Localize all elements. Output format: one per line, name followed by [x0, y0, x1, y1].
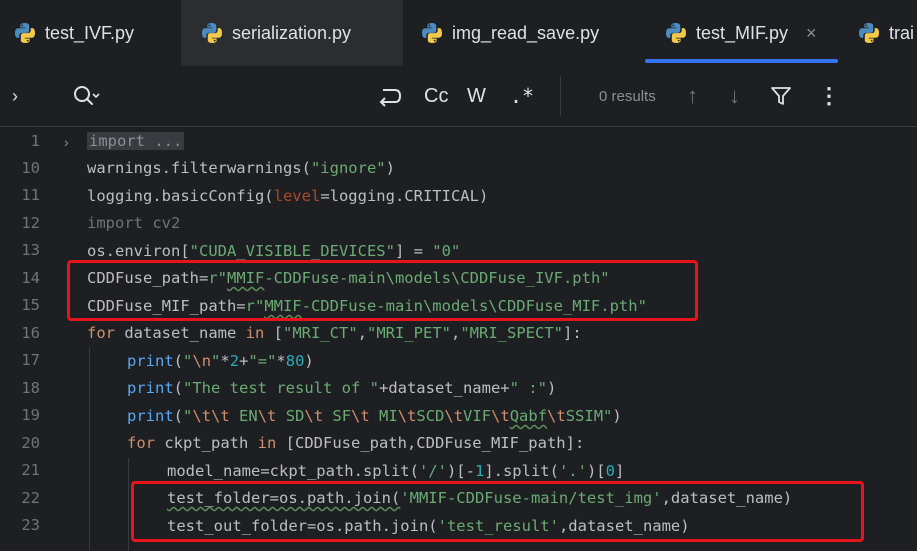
line-number: 11 [21, 186, 40, 204]
tab-label: trai [889, 22, 915, 43]
python-file-icon [666, 23, 686, 43]
code-editor[interactable]: 1 10 11 12 13 14 15 16 17 18 19 20 21 22… [0, 127, 917, 551]
python-file-icon [859, 23, 879, 43]
next-occurrence-icon[interactable]: ↓ [729, 66, 740, 126]
newline-icon[interactable] [377, 66, 403, 126]
line-number: 1 [30, 132, 40, 150]
tab-label: test_MIF.py [696, 22, 789, 43]
code-line-19: print("\t\t EN\t SD\t SF\t MI\tSCD\tVIF\… [127, 407, 622, 425]
line-number: 23 [21, 516, 40, 534]
line-number: 10 [21, 159, 40, 177]
code-line-16: for dataset_name in ["MRI_CT","MRI_PET",… [87, 324, 582, 342]
code-line-10: warnings.filterwarnings("ignore") [87, 159, 395, 177]
code-line-12: import cv2 [87, 214, 181, 232]
close-icon[interactable]: × [806, 23, 817, 44]
filter-icon[interactable] [770, 66, 792, 126]
indent-guide [128, 458, 129, 551]
line-number: 12 [21, 214, 40, 232]
python-file-icon [422, 23, 442, 43]
line-number: 19 [21, 406, 40, 424]
code-line-18: print("The test result of "+dataset_name… [127, 379, 557, 397]
annotation-box-folder-paths [131, 481, 864, 542]
tab-label: img_read_save.py [452, 22, 600, 43]
tab-img-read-save[interactable]: img_read_save.py [403, 0, 643, 66]
search-history-icon[interactable] [72, 66, 102, 126]
line-number: 14 [21, 269, 40, 287]
line-number: 22 [21, 489, 40, 507]
python-file-icon [15, 23, 35, 43]
folded-imports[interactable]: import ... [87, 132, 185, 150]
fold-expand-icon[interactable]: › [64, 134, 69, 150]
regex-toggle[interactable]: .* [510, 66, 534, 126]
expand-replace-icon[interactable]: › [12, 66, 18, 126]
line-number: 20 [21, 434, 40, 452]
line-number: 16 [21, 324, 40, 342]
editor-tab-bar: test_IVF.py serialization.py img_read_sa… [0, 0, 917, 66]
line-number: 17 [21, 351, 40, 369]
active-tab-indicator [645, 59, 838, 63]
separator [560, 76, 561, 116]
tab-train[interactable]: trai [838, 0, 917, 66]
tab-serialization[interactable]: serialization.py [181, 0, 403, 66]
line-number: 21 [21, 461, 40, 479]
code-line-20: for ckpt_path in [CDDFuse_path,CDDFuse_M… [127, 434, 585, 452]
results-count: 0 results [599, 87, 656, 105]
tab-test-ivf[interactable]: test_IVF.py [0, 0, 181, 66]
line-number: 13 [21, 241, 40, 259]
python-file-icon [202, 23, 222, 43]
tab-label: test_IVF.py [45, 22, 135, 43]
tab-test-mif[interactable]: test_MIF.py × [643, 0, 838, 66]
code-line-11: logging.basicConfig(level=logging.CRITIC… [87, 187, 489, 205]
code-line-1: import ... [87, 128, 185, 155]
words-toggle[interactable]: W [467, 66, 486, 126]
indent-guide [89, 348, 90, 551]
line-number: 15 [21, 296, 40, 314]
more-options-icon[interactable]: ⋮ [818, 66, 840, 126]
line-number: 18 [21, 379, 40, 397]
tab-label: serialization.py [232, 22, 352, 43]
find-bar: › Cc W .* 0 results ↑ ↓ ⋮ [0, 66, 917, 127]
previous-occurrence-icon[interactable]: ↑ [687, 66, 698, 126]
match-case-toggle[interactable]: Cc [424, 66, 448, 126]
code-line-17: print("\n"*2+"="*80) [127, 352, 314, 370]
annotation-box-model-paths [67, 260, 698, 321]
